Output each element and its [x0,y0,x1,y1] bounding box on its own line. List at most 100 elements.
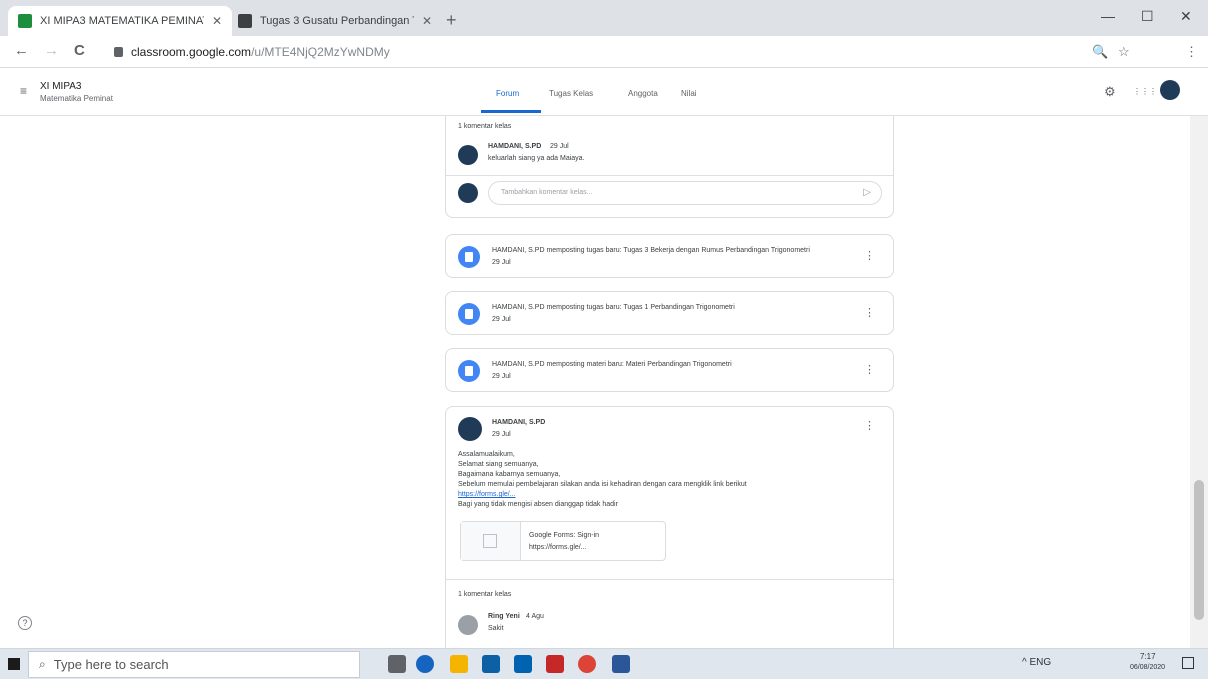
tab-title: Tugas 3 Gusatu Perbandingan T [260,15,414,27]
comment-time: 4 Agu [526,613,544,620]
store-icon[interactable] [482,655,500,673]
minimize-button[interactable]: — [1101,8,1115,24]
comment-placeholder: Tambahkan komentar kelas... [501,189,593,196]
comment-author: Ring Yeni [488,613,520,620]
classroom-app-bar: ≡ XI MIPA3 Matematika Peminat Forum Tuga… [0,68,1208,116]
active-tab-indicator [481,110,541,113]
chrome-icon[interactable] [578,655,596,673]
search-icon: ⌕ [39,657,46,671]
address-bar[interactable]: classroom.google.com /u/MTE4NjQ2MzYwNDMy [114,40,1074,64]
lock-icon [114,47,123,57]
commenter-avatar [458,615,478,635]
new-tab-button[interactable]: + [446,10,457,31]
announcement-line: Bagaimana kabarnya semuanya, [458,471,561,478]
more-options-icon[interactable]: ⋮ [864,419,875,432]
comment-time: 29 Jul [550,143,569,150]
browser-tab-strip: XI MIPA3 MATEMATIKA PEMINAT ✕ Tugas 3 Gu… [0,0,1208,36]
forward-button[interactable]: → [44,42,59,59]
edge-icon[interactable] [416,655,434,673]
divider [446,175,893,176]
class-subtitle: Matematika Peminat [40,94,113,103]
commenter-avatar [458,145,478,165]
post-card: 1 komentar kelas HAMDANI, S.PD 29 Jul ke… [445,116,894,218]
url-path: /u/MTE4NjQ2MzYwNDMy [251,45,390,59]
announcement-card: HAMDANI, S.PD 29 Jul ⋮ Assalamualaikum, … [445,406,894,648]
clock-time[interactable]: 7:17 [1140,652,1156,661]
url-host: classroom.google.com [131,45,252,59]
restore-button[interactable]: ☐ [1141,8,1154,25]
search-placeholder: Type here to search [53,657,169,672]
author-name: HAMDANI, S.PD [492,419,546,426]
author-avatar [458,417,482,441]
comments-count[interactable]: 1 komentar kelas [458,123,511,130]
my-avatar [458,183,478,203]
post-time: 29 Jul [492,431,511,438]
clock-date[interactable]: 06/08/2020 [1130,664,1165,671]
form-thumbnail-icon [483,534,497,548]
announcement-line: Selamat siang semuanya, [458,461,539,468]
assignment-time: 29 Jul [492,316,511,323]
attachment-thumbnail [461,522,521,560]
zoom-icon[interactable]: 🔍 [1092,44,1108,60]
menu-icon[interactable]: ⋮ [1185,44,1198,60]
comments-count[interactable]: 1 komentar kelas [458,591,511,598]
windows-taskbar: ⌕ Type here to search ^ ENG 7:17 06/08/2… [0,648,1208,679]
stream-content: 1 komentar kelas HAMDANI, S.PD 29 Jul ke… [0,116,1190,648]
assignment-card[interactable]: HAMDANI, S.PD memposting tugas baru: Tug… [445,291,894,335]
browser-toolbar: ← → C classroom.google.com /u/MTE4NjQ2Mz… [0,36,1208,95]
taskbar-search-input[interactable]: ⌕ Type here to search [28,651,360,678]
material-icon [458,360,480,382]
divider [446,579,893,580]
back-button[interactable]: ← [14,42,29,59]
scrollbar-thumb[interactable] [1194,480,1204,620]
hamburger-menu-icon[interactable]: ≡ [20,84,27,98]
tab-tugas-kelas[interactable]: Tugas Kelas [549,89,593,98]
classroom-favicon-icon [18,14,32,28]
assignment-text: HAMDANI, S.PD memposting tugas baru: Tug… [492,247,810,254]
doc-favicon-icon [238,14,252,28]
comment-text: keluarlah siang ya ada Maiaya. [488,155,585,162]
settings-icon[interactable]: ⚙ [1104,84,1116,100]
more-options-icon[interactable]: ⋮ [864,249,875,262]
browser-tab-tugas[interactable]: Tugas 3 Gusatu Perbandingan T ✕ [228,6,442,36]
apps-grid-icon[interactable]: ⋮⋮⋮ [1133,87,1157,96]
assignment-card[interactable]: HAMDANI, S.PD memposting tugas baru: Tug… [445,234,894,278]
page-scrollbar[interactable] [1190,116,1208,648]
material-text: HAMDANI, S.PD memposting materi baru: Ma… [492,361,732,368]
assignment-icon [458,303,480,325]
account-avatar[interactable] [1160,80,1180,100]
class-name: XI MIPA3 [40,81,82,92]
material-card[interactable]: HAMDANI, S.PD memposting materi baru: Ma… [445,348,894,392]
class-comment-input[interactable]: Tambahkan komentar kelas... ▷ [488,181,882,205]
assignment-icon [458,246,480,268]
close-window-button[interactable]: ✕ [1180,8,1192,25]
assignment-text: HAMDANI, S.PD memposting tugas baru: Tug… [492,304,735,311]
material-time: 29 Jul [492,373,511,380]
system-tray[interactable]: ^ ENG [1022,657,1051,668]
announcement-line: Sebelum memulai pembelajaran silakan and… [458,481,747,488]
close-tab-icon[interactable]: ✕ [422,14,432,28]
reload-button[interactable]: C [74,42,85,59]
more-options-icon[interactable]: ⋮ [864,306,875,319]
form-attachment[interactable]: Google Forms: Sign-in https://forms.gle/… [460,521,666,561]
announcement-line: Assalamualaikum, [458,451,515,458]
tab-nilai[interactable]: Nilai [681,89,697,98]
form-link[interactable]: https://forms.gle/... [458,491,516,498]
help-icon[interactable]: ? [18,616,32,630]
mcafee-icon[interactable] [546,655,564,673]
task-view-icon[interactable] [388,655,406,673]
file-explorer-icon[interactable] [450,655,468,673]
attachment-url: https://forms.gle/... [529,544,587,551]
close-tab-icon[interactable]: ✕ [212,14,222,28]
word-icon[interactable] [612,655,630,673]
send-icon[interactable]: ▷ [863,187,871,198]
more-options-icon[interactable]: ⋮ [864,363,875,376]
star-icon[interactable]: ☆ [1118,44,1130,60]
app-icon[interactable] [514,655,532,673]
tab-title: XI MIPA3 MATEMATIKA PEMINAT [40,15,204,27]
tab-forum[interactable]: Forum [496,89,519,98]
tab-anggota[interactable]: Anggota [628,89,658,98]
browser-tab-classroom[interactable]: XI MIPA3 MATEMATIKA PEMINAT ✕ [8,6,232,36]
windows-start-icon[interactable] [8,658,20,670]
notifications-icon[interactable] [1182,657,1194,669]
